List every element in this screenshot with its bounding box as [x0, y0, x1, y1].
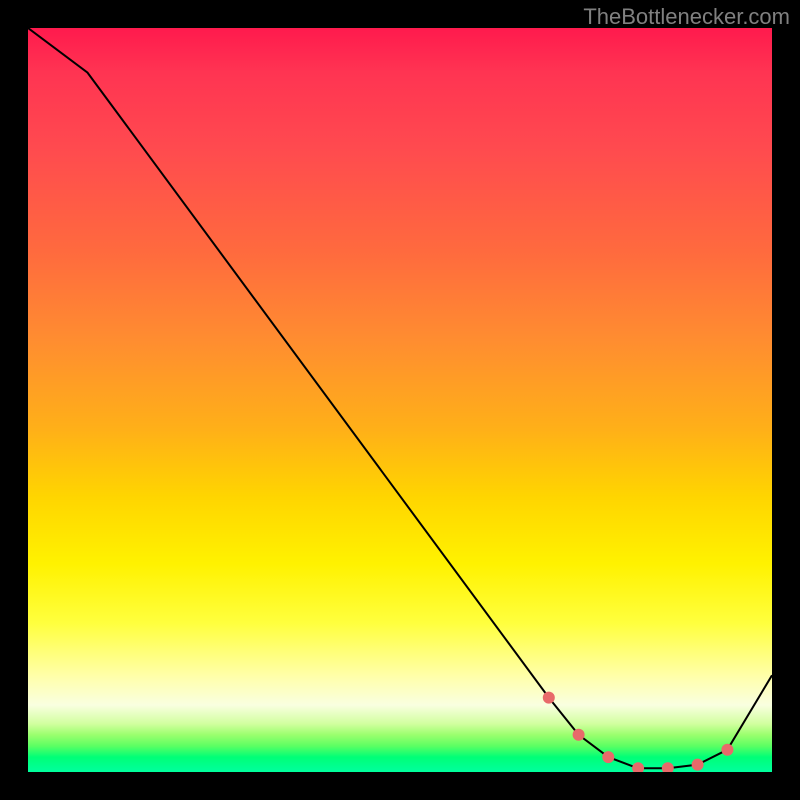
watermark-text: TheBottlenecker.com — [583, 4, 790, 30]
highlight-dot — [632, 762, 644, 772]
highlight-dot — [721, 744, 733, 756]
bottleneck-curve — [28, 28, 772, 768]
highlight-dot — [602, 751, 614, 763]
plot-area — [28, 28, 772, 772]
highlight-dot — [543, 692, 555, 704]
chart-frame: TheBottlenecker.com — [0, 0, 800, 800]
curve-path-group — [28, 28, 772, 768]
highlight-dot — [573, 729, 585, 741]
line-chart-svg — [28, 28, 772, 772]
highlight-dot — [662, 762, 674, 772]
highlight-dot — [692, 759, 704, 771]
